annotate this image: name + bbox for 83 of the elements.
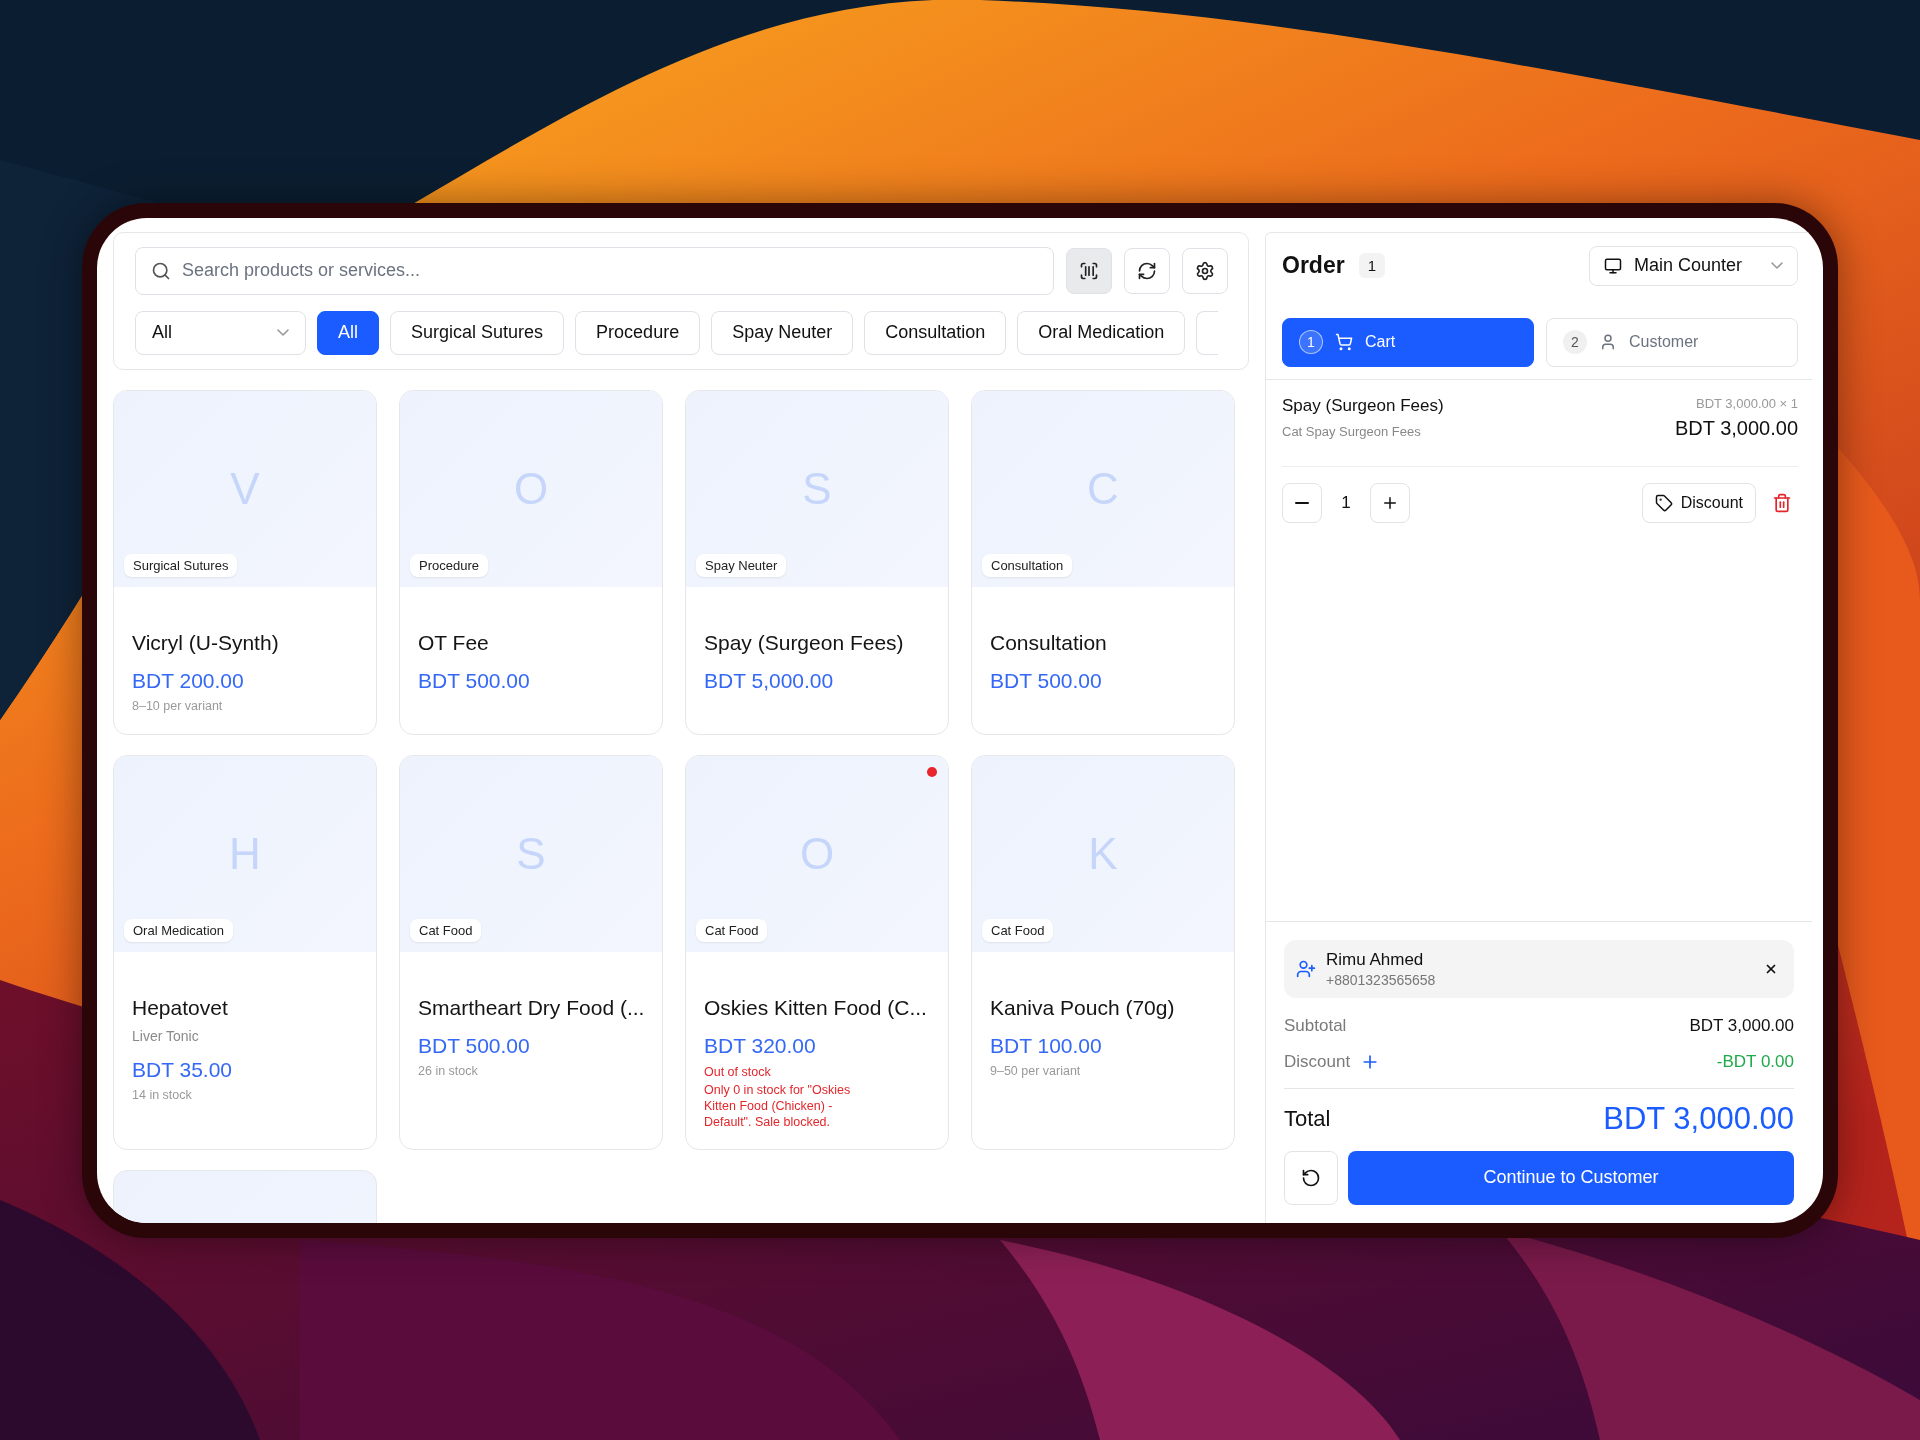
product-name: OT Fee xyxy=(418,630,490,655)
continue-button[interactable]: Continue to Customer xyxy=(1348,1150,1794,1205)
cart-icon xyxy=(1335,333,1353,351)
category-tag: Cat Food xyxy=(982,918,1054,942)
user-icon xyxy=(1599,333,1617,351)
category-chip[interactable]: Oral Medication xyxy=(1017,310,1186,355)
product-name: Consultation xyxy=(990,630,1108,655)
stock-warning: Only 0 in stock for "Oskies Kitten Food (Chicken) - Default". Sale blocked. xyxy=(704,1081,852,1131)
stock-note: 9–50 per variant xyxy=(990,1063,1082,1078)
item-description: Cat Spay Surgeon Fees xyxy=(1282,423,1422,439)
product-price: BDT 35.00 xyxy=(132,1057,233,1082)
monitor-icon xyxy=(1604,256,1622,275)
reset-icon xyxy=(1301,1167,1321,1188)
discount-button[interactable]: Discount xyxy=(1641,482,1756,523)
stock-note: 14 in stock xyxy=(132,1087,193,1102)
category-tag: Cat Food xyxy=(696,918,768,942)
product-price: BDT 5,000.00 xyxy=(704,668,835,693)
step-label: Customer xyxy=(1629,333,1699,351)
product-price: BDT 500.00 xyxy=(990,668,1103,693)
category-tag: Oral Medication xyxy=(124,918,234,942)
search-field[interactable]: Search products or services... xyxy=(135,246,1054,295)
order-title: Order xyxy=(1282,252,1345,279)
product-price: BDT 100.00 xyxy=(990,1033,1103,1058)
step-number: 2 xyxy=(1563,330,1587,354)
product-name: Spay (Surgeon Fees) xyxy=(704,630,905,655)
chevron-down-icon xyxy=(1771,262,1783,269)
category-chip[interactable]: Spay Neuter xyxy=(711,310,854,355)
chevron-down-icon xyxy=(277,329,289,336)
stock-note: 26 in stock xyxy=(418,1063,479,1078)
category-chip[interactable]: Procedure xyxy=(575,310,701,355)
minus-icon xyxy=(1295,501,1309,504)
step-number: 1 xyxy=(1299,330,1323,354)
item-name: Spay (Surgeon Fees) xyxy=(1282,395,1444,416)
quantity: 1 xyxy=(1340,492,1352,513)
category-chip[interactable]: Surgical Sutures xyxy=(390,310,565,355)
category-chip[interactable]: All xyxy=(317,310,379,355)
product-subtitle: Liver Tonic xyxy=(132,1027,200,1044)
item-total: BDT 3,000.00 xyxy=(1674,416,1798,440)
settings-icon xyxy=(1195,260,1215,281)
category-tag: Spay Neuter xyxy=(696,553,787,577)
subtotal-value: BDT 3,000.00 xyxy=(1689,1015,1794,1036)
tag-icon xyxy=(1654,493,1673,512)
customer-phone: +8801323565658 xyxy=(1326,971,1436,988)
customer-name: Rimu Ahmed xyxy=(1326,949,1425,970)
step-tab[interactable]: 2 Customer xyxy=(1546,317,1798,367)
trash-icon xyxy=(1772,492,1792,513)
discount-value: -BDT 0.00 xyxy=(1716,1051,1794,1072)
total-label: Total xyxy=(1284,1105,1331,1132)
stock-note: 8–10 per variant xyxy=(132,698,224,713)
stock-warning: Out of stock xyxy=(704,1063,772,1080)
refresh-icon xyxy=(1137,260,1157,281)
unit-price: BDT 3,000.00 × 1 xyxy=(1695,395,1798,411)
product-name: Kaniva Pouch (70g) xyxy=(990,995,1176,1020)
subtotal-label: Subtotal xyxy=(1284,1015,1347,1036)
product-price: BDT 320.00 xyxy=(704,1033,817,1058)
add-user-icon xyxy=(1296,958,1316,979)
category-chip[interactable]: Consultation xyxy=(864,310,1007,355)
barcode-scan-button[interactable] xyxy=(1066,247,1112,294)
product-price: BDT 500.00 xyxy=(418,1033,531,1058)
counter-select[interactable]: Main Counter xyxy=(1589,245,1798,286)
delete-button[interactable] xyxy=(1772,492,1792,513)
category-tag: Procedure xyxy=(410,553,488,577)
barcode-icon xyxy=(1079,260,1099,281)
product-name: Oskies Kitten Food (C... xyxy=(704,995,928,1020)
product-name: Smartheart Dry Food (... xyxy=(418,995,644,1020)
category-tag: Cat Food xyxy=(410,918,482,942)
category-tag: Surgical Sutures xyxy=(124,553,238,577)
settings-button[interactable] xyxy=(1182,247,1228,294)
search-icon xyxy=(151,260,171,281)
count-badge: 1 xyxy=(1358,253,1385,278)
refresh-button[interactable] xyxy=(1124,247,1170,294)
increase-button[interactable] xyxy=(1370,482,1410,523)
product-name: Vicryl (U-Synth) xyxy=(132,630,280,655)
product-price: BDT 200.00 xyxy=(132,668,245,693)
step-tab[interactable]: 1 Cart xyxy=(1282,317,1534,367)
product-price: BDT 500.00 xyxy=(418,668,531,693)
step-label: Cart xyxy=(1365,333,1396,351)
discount-label: Discount xyxy=(1284,1051,1351,1072)
category-select[interactable]: All xyxy=(135,310,306,355)
product-name: Hepatovet xyxy=(132,995,229,1020)
category-tag: Consultation xyxy=(982,553,1073,577)
total-value: BDT 3,000.00 xyxy=(1603,1100,1794,1137)
reset-button[interactable] xyxy=(1284,1150,1338,1205)
